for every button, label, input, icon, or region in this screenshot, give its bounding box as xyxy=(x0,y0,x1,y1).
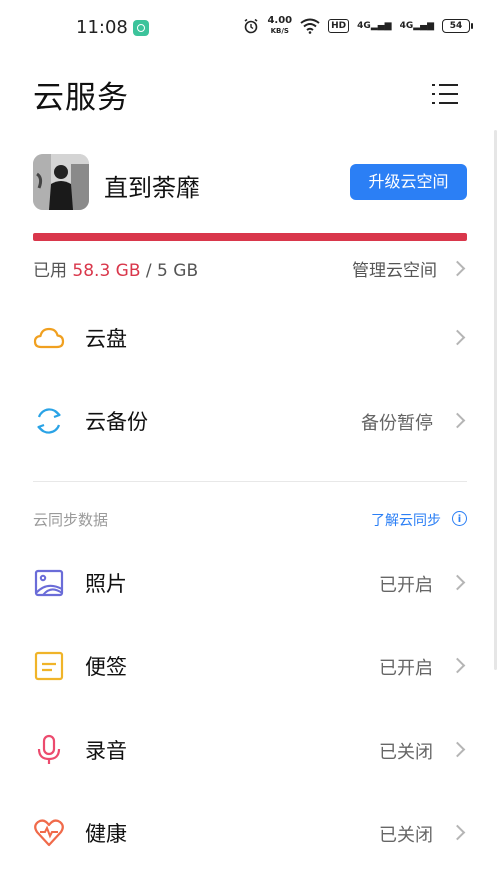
page-title: 云服务 xyxy=(33,80,129,116)
list-item-status: 已开启 xyxy=(379,658,433,679)
list-item-label: 健康 xyxy=(85,822,127,846)
section-divider xyxy=(33,481,467,482)
list-item-cloud-backup[interactable]: 云备份 备份暂停 xyxy=(33,391,467,451)
storage-total-value: 5 GB xyxy=(157,261,199,281)
signal-label-1: 4G xyxy=(357,21,371,31)
list-item-status: 已开启 xyxy=(379,575,433,596)
avatar[interactable] xyxy=(33,154,89,210)
app-notification-icon xyxy=(133,20,149,36)
network-speed-value: 4.00 xyxy=(267,15,293,26)
list-item-photos[interactable]: 照片 已开启 xyxy=(33,553,467,613)
list-item-label: 云备份 xyxy=(85,410,148,434)
chevron-right-icon xyxy=(449,657,466,674)
photos-icon xyxy=(34,569,64,597)
signal-label-2: 4G xyxy=(399,21,414,31)
chevron-right-icon xyxy=(449,824,466,841)
health-heart-icon xyxy=(34,819,64,847)
list-item-label: 云盘 xyxy=(85,327,127,351)
chevron-right-icon xyxy=(449,260,466,277)
hd-icon: HD xyxy=(328,19,350,33)
battery-icon: 54 xyxy=(442,19,473,33)
status-time: 11:08 xyxy=(76,17,128,38)
storage-usage-fill xyxy=(33,233,467,241)
alarm-icon xyxy=(244,18,258,34)
manage-storage-link[interactable]: 管理云空间 xyxy=(352,256,437,281)
section-title: 云同步数据 xyxy=(33,511,109,529)
signal-icon: 4G▂▄▆ xyxy=(357,21,392,31)
storage-usage-row: 已用 58.3 GB / 5 GB 管理云空间 xyxy=(33,256,467,281)
list-item-label: 录音 xyxy=(85,739,127,763)
header: 云服务 xyxy=(33,72,129,117)
learn-sync-link[interactable]: 了解云同步 xyxy=(371,510,441,530)
list-item-label: 照片 xyxy=(85,572,127,596)
chevron-right-icon xyxy=(449,741,466,758)
scrollbar[interactable] xyxy=(494,130,497,670)
microphone-icon xyxy=(37,734,61,764)
info-icon[interactable]: i xyxy=(452,511,467,526)
signal-icon-2: 4G▂▄▆ xyxy=(399,21,434,31)
storage-used-prefix: 已用 xyxy=(33,261,67,281)
status-icons: 4.00 KB/S HD 4G▂▄▆ 4G▂▄▆ 54 xyxy=(243,16,473,36)
list-item-notes[interactable]: 便签 已开启 xyxy=(33,636,467,696)
chevron-right-icon xyxy=(449,329,466,346)
storage-usage-bar xyxy=(33,233,467,241)
list-item-status: 备份暂停 xyxy=(361,413,433,434)
storage-separator: / xyxy=(140,261,158,281)
list-item-status: 已关闭 xyxy=(379,825,433,846)
network-speed-unit: KB/S xyxy=(270,27,289,35)
list-item-cloud-drive[interactable]: 云盘 xyxy=(33,308,467,368)
wifi-icon xyxy=(300,18,320,34)
sync-icon xyxy=(37,408,61,434)
chevron-right-icon xyxy=(449,574,466,591)
notes-icon xyxy=(34,651,64,681)
profile-section: 直到荼靡 升级云空间 xyxy=(33,154,467,212)
network-speed: 4.00 KB/S xyxy=(267,16,292,36)
cloud-icon xyxy=(33,327,65,349)
list-menu-icon[interactable] xyxy=(432,82,458,106)
sync-section-header: 云同步数据 了解云同步 i xyxy=(33,509,467,531)
username: 直到荼靡 xyxy=(104,174,200,202)
upgrade-storage-button[interactable]: 升级云空间 xyxy=(350,164,467,200)
chevron-right-icon xyxy=(449,412,466,429)
list-item-label: 便签 xyxy=(85,655,127,679)
status-bar: 11:08 4.00 KB/S HD 4G▂▄▆ 4G▂▄▆ 54 xyxy=(0,0,500,56)
list-item-health[interactable]: 健康 已关闭 xyxy=(33,803,467,863)
list-item-status: 已关闭 xyxy=(379,742,433,763)
storage-used-value: 58.3 GB xyxy=(72,261,141,281)
list-item-recorder[interactable]: 录音 已关闭 xyxy=(33,720,467,780)
